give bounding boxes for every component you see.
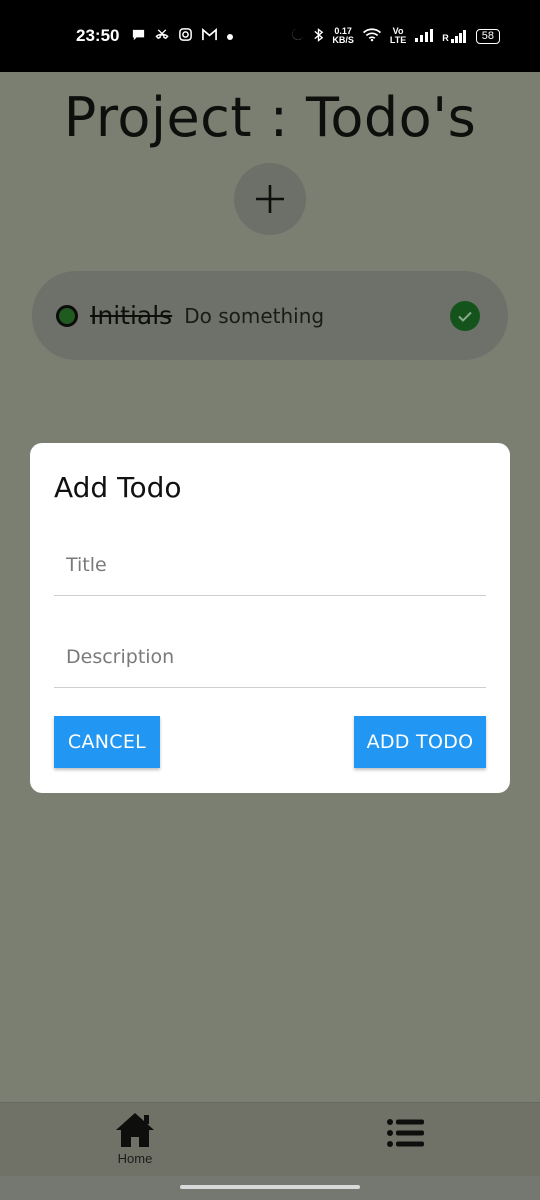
instagram-icon (178, 27, 193, 45)
plus-icon (256, 185, 284, 213)
system-icons: 0.17 KB/S Vo LTE R 58 (290, 27, 500, 46)
dialog-actions: CANCEL ADD TODO (54, 716, 486, 768)
page-title: Project : Todo's (63, 86, 477, 149)
notification-icons (131, 27, 234, 45)
list-icon (387, 1119, 424, 1147)
home-icon (116, 1113, 154, 1147)
battery-indicator: 58 (475, 28, 500, 44)
wifi-icon (362, 27, 382, 45)
signal-icon (414, 28, 434, 45)
add-todo-fab[interactable] (234, 163, 306, 235)
cancel-button[interactable]: CANCEL (54, 716, 160, 768)
bottom-navigation: Home (0, 1102, 540, 1176)
chat-icon (131, 27, 146, 45)
roaming-signal-icon: R (442, 29, 468, 43)
status-dot-icon (56, 304, 78, 327)
status-time: 23:50 (76, 26, 120, 45)
check-circle-icon[interactable] (450, 300, 480, 331)
missed-call-icon (154, 27, 170, 45)
add-todo-dialog: Add Todo CANCEL ADD TODO (30, 443, 510, 793)
moon-icon (290, 27, 305, 45)
bluetooth-icon (313, 27, 324, 46)
nav-home[interactable]: Home (102, 1111, 168, 1175)
nav-home-label: Home (117, 1151, 153, 1166)
description-input[interactable] (54, 626, 486, 688)
title-input[interactable] (54, 534, 486, 596)
dialog-title: Add Todo (54, 471, 182, 504)
status-bar: 23:50 0.17 KB/S Vo LTE R 58 (0, 0, 540, 72)
gesture-handle[interactable] (180, 1185, 360, 1189)
todo-description: Do something (184, 303, 325, 328)
add-todo-button[interactable]: ADD TODO (354, 716, 486, 768)
gmail-icon (201, 27, 218, 45)
nav-list[interactable] (386, 1117, 426, 1149)
volte-badge: Vo LTE (389, 26, 407, 45)
todo-item[interactable]: Initials Do something (32, 271, 508, 360)
todo-title: Initials (90, 301, 173, 330)
net-speed: 0.17 KB/S (332, 26, 354, 45)
dot-icon (226, 28, 234, 44)
